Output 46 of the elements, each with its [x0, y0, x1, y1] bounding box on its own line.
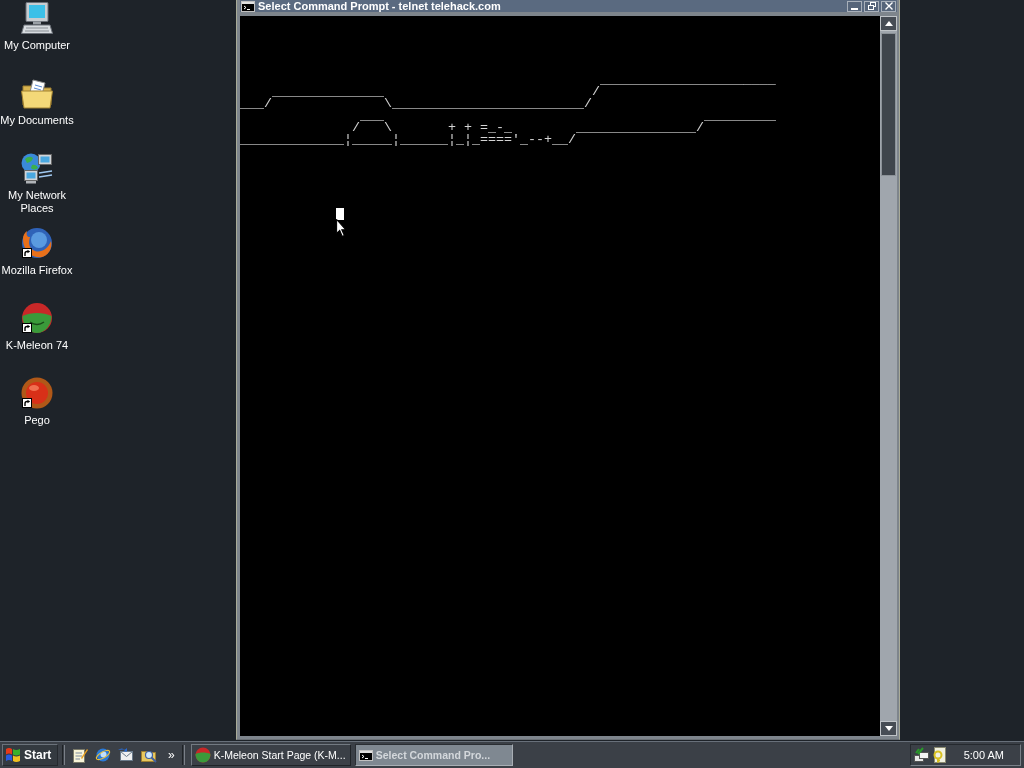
ascii-art-text: / [591, 86, 600, 98]
computer-icon[interactable] [21, 2, 53, 34]
network-computers-icon[interactable] [21, 152, 53, 184]
scroll-down-button[interactable] [880, 721, 897, 736]
ascii-art-text: _______________/ [575, 122, 704, 134]
window-title: Select Command Prompt - telnet telehack.com [258, 0, 501, 12]
desktop-icon-label[interactable]: My Network Places [0, 189, 74, 215]
close-button[interactable] [881, 0, 896, 12]
ascii-art-text: / [351, 122, 360, 134]
ascii-art-text: + + =_-_ [447, 122, 512, 134]
notepad-pencil-icon[interactable] [72, 747, 88, 763]
vertical-scrollbar[interactable] [880, 16, 897, 736]
console-icon[interactable] [241, 0, 255, 12]
desktop-icon-label[interactable]: My Documents [0, 114, 74, 127]
desktop-icon-label[interactable]: Mozilla Firefox [1, 264, 73, 277]
computers-icon[interactable] [914, 747, 930, 763]
more-button[interactable]: » [166, 748, 177, 762]
ascii-art-text: \ [383, 122, 392, 134]
text-cursor [336, 208, 344, 220]
ball-icon [194, 747, 211, 763]
down-arrow-icon [884, 726, 893, 731]
flag-icon [5, 747, 21, 763]
desktop-icon-label[interactable]: Pego [24, 414, 50, 427]
ascii-art-text: \________________________/ [383, 98, 592, 110]
clock-time[interactable]: 5:00 AM [963, 748, 1017, 762]
ascii-art-text: ___/ [240, 98, 272, 110]
envelope-icon[interactable] [118, 747, 134, 763]
folder-icon[interactable] [21, 77, 53, 109]
restore-button[interactable] [864, 0, 879, 12]
close-icon [884, 2, 893, 10]
globe-icon[interactable] [95, 747, 111, 763]
ascii-art-text: ___ [359, 110, 384, 122]
taskbar-button[interactable]: K-Meleon Start Page (K-M... [190, 744, 351, 766]
start-button[interactable]: Start [2, 744, 58, 766]
ascii-art-text: ______________________ [599, 74, 776, 86]
ascii-art-text: _________ [703, 110, 776, 122]
mouse-pointer-icon [336, 219, 347, 237]
desktop-icon-label[interactable]: My Computer [4, 39, 70, 52]
scroll-up-button[interactable] [880, 16, 897, 31]
console-icon [358, 749, 373, 761]
ascii-art-text: ______________ [272, 86, 384, 98]
up-arrow-icon [884, 21, 893, 26]
scroll-thumb[interactable] [881, 33, 896, 176]
ascii-art-text: _____________¦_____¦______¦_¦_===='_--+__/ [240, 134, 576, 146]
minimize-button[interactable] [847, 0, 862, 12]
desktop-icon-label[interactable]: K-Meleon 74 [5, 339, 69, 352]
